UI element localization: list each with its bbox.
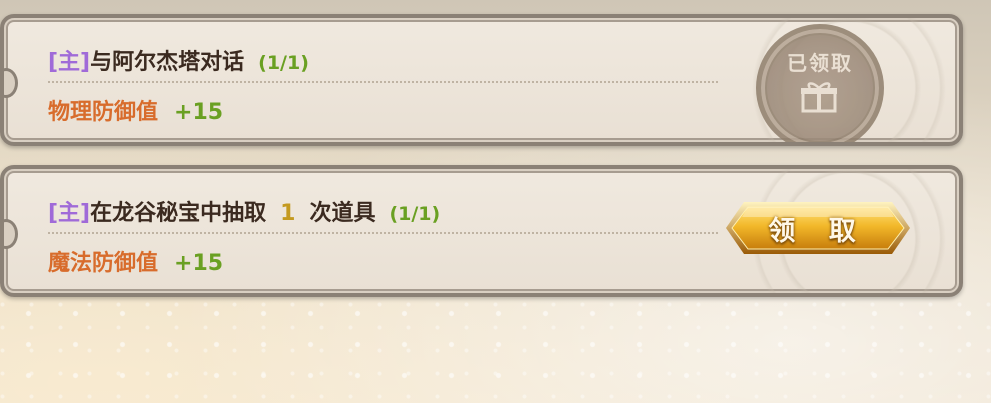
quest-title-row: [主]在龙谷秘宝中抽取 1 次道具 (1/1) [48, 195, 440, 227]
reward-value: +15 [174, 100, 224, 125]
quest-tag: [主] [48, 50, 91, 75]
reward-row: 魔法防御值 +15 [48, 245, 223, 277]
quest-card-1: [主]与阿尔杰塔对话 (1/1) 物理防御值 +15 已领取 [0, 14, 963, 146]
card-notch [4, 68, 18, 98]
quest-title: 在龙谷秘宝中抽取 [90, 201, 267, 226]
card-notch [4, 219, 18, 249]
reward-name: 物理防御值 [48, 100, 159, 125]
claimed-stamp: 已领取 [756, 24, 884, 142]
claim-button[interactable]: 领 取 [722, 199, 914, 257]
quest-title-row: [主]与阿尔杰塔对话 (1/1) [48, 44, 309, 76]
quest-title: 与阿尔杰塔对话 [90, 50, 245, 75]
background-sparkles [0, 290, 991, 403]
dotted-divider [48, 81, 718, 83]
quest-tag: [主] [48, 201, 91, 226]
quest-progress: (1/1) [389, 203, 441, 225]
reward-name: 魔法防御值 [48, 251, 159, 276]
claimed-stamp-text: 已领取 [787, 51, 853, 75]
dotted-divider [48, 232, 718, 234]
reward-row: 物理防御值 +15 [48, 94, 223, 126]
quest-progress: (1/1) [258, 52, 309, 74]
quest-title-suffix: 次道具 [309, 201, 376, 226]
claim-button-label: 领 取 [768, 215, 868, 247]
reward-value: +15 [174, 251, 224, 276]
quest-count-number: 1 [280, 201, 296, 226]
gift-icon [800, 81, 838, 113]
